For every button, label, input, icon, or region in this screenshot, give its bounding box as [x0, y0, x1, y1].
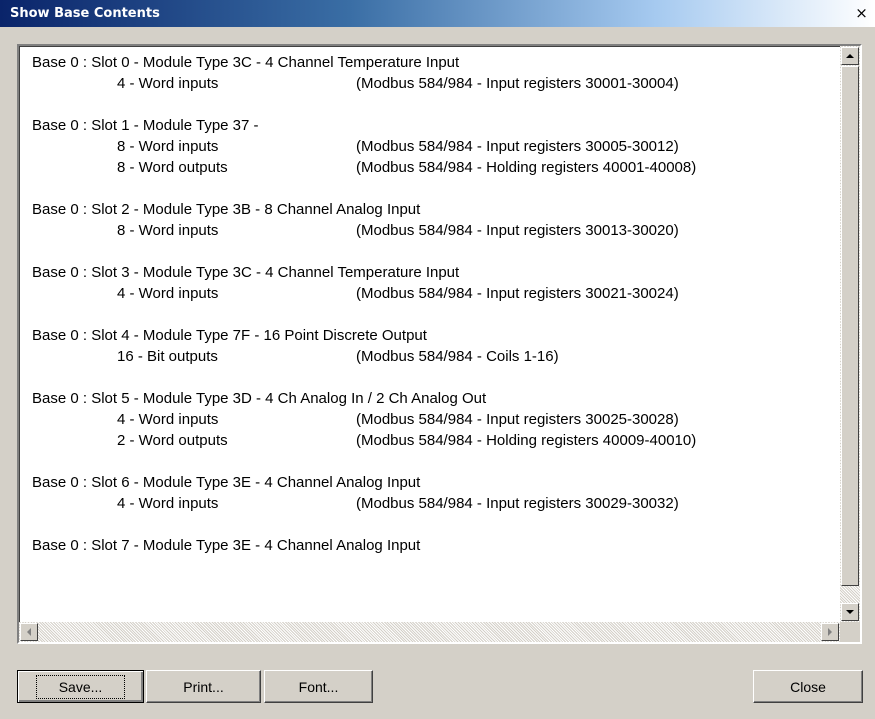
module-header-line: Base 0 : Slot 5 - Module Type 3D - 4 Ch …	[19, 389, 840, 410]
io-row: 8 - Word inputs (Modbus 584/984 - Input r…	[19, 137, 840, 158]
io-row: 4 - Word inputs (Modbus 584/984 - Input r…	[19, 494, 840, 515]
scroll-corner	[840, 622, 860, 642]
module-header-line: Base 0 : Slot 1 - Module Type 37 -	[19, 116, 840, 137]
io-row: 4 - Word inputs (Modbus 584/984 - Input r…	[19, 74, 840, 95]
module-header: Base 0 : Slot 4 - Module Type 7F - 16 Po…	[32, 327, 427, 344]
module-header: Base 0 : Slot 0 - Module Type 3C - 4 Cha…	[32, 54, 460, 71]
close-icon[interactable]: ×	[854, 5, 869, 21]
scroll-up-button[interactable]	[841, 47, 859, 65]
module-header-line: Base 0 : Slot 4 - Module Type 7F - 16 Po…	[19, 326, 840, 347]
io-row: 8 - Word outputs (Modbus 584/984 - Holdin…	[19, 158, 840, 179]
module-header: Base 0 : Slot 6 - Module Type 3E - 4 Cha…	[32, 474, 421, 491]
module-header: Base 0 : Slot 1 - Module Type 37 -	[32, 117, 259, 134]
close-button-label: Close	[790, 678, 826, 695]
module-header-line: Base 0 : Slot 3 - Module Type 3C - 4 Cha…	[19, 263, 840, 284]
font-button-label: Font...	[298, 678, 339, 695]
io-count: 4 - Word inputs	[117, 411, 219, 428]
io-modbus-range: (Modbus 584/984 - Input registers 30013-…	[356, 222, 679, 239]
module-entry: Base 0 : Slot 5 - Module Type 3D - 4 Ch …	[19, 389, 840, 452]
module-entry: Base 0 : Slot 4 - Module Type 7F - 16 Po…	[19, 326, 840, 368]
module-entry: Base 0 : Slot 0 - Module Type 3C - 4 Cha…	[19, 53, 840, 95]
module-entry: Base 0 : Slot 2 - Module Type 3B - 8 Cha…	[19, 200, 840, 242]
io-row: 8 - Word inputs (Modbus 584/984 - Input r…	[19, 221, 840, 242]
module-header-line: Base 0 : Slot 0 - Module Type 3C - 4 Cha…	[19, 53, 840, 74]
io-modbus-range: (Modbus 584/984 - Coils 1-16)	[356, 348, 559, 365]
scroll-left-button[interactable]	[20, 623, 38, 641]
module-header: Base 0 : Slot 7 - Module Type 3E - 4 Cha…	[32, 537, 421, 554]
arrow-up-icon	[846, 54, 854, 58]
vertical-scroll-thumb[interactable]	[841, 66, 859, 586]
io-count: 8 - Word outputs	[117, 159, 228, 176]
window-title: Show Base Contents	[10, 6, 160, 21]
arrow-down-icon	[846, 610, 854, 614]
contents-listbox[interactable]: Base 0 : Slot 0 - Module Type 3C - 4 Cha…	[17, 44, 862, 644]
io-count: 4 - Word inputs	[117, 285, 219, 302]
contents-text: Base 0 : Slot 0 - Module Type 3C - 4 Cha…	[19, 46, 840, 622]
module-header: Base 0 : Slot 5 - Module Type 3D - 4 Ch …	[32, 390, 487, 407]
font-button[interactable]: Font...	[264, 670, 373, 703]
io-row: 16 - Bit outputs (Modbus 584/984 - Coils …	[19, 347, 840, 368]
io-modbus-range: (Modbus 584/984 - Input registers 30029-…	[356, 495, 679, 512]
module-entry: Base 0 : Slot 1 - Module Type 37 - 8 - Wo…	[19, 116, 840, 179]
module-header-line: Base 0 : Slot 7 - Module Type 3E - 4 Cha…	[19, 536, 840, 557]
io-count: 2 - Word outputs	[117, 432, 228, 449]
module-header-line: Base 0 : Slot 6 - Module Type 3E - 4 Cha…	[19, 473, 840, 494]
io-count: 4 - Word inputs	[117, 75, 219, 92]
arrow-left-icon	[27, 628, 31, 636]
module-entry: Base 0 : Slot 6 - Module Type 3E - 4 Cha…	[19, 473, 840, 515]
title-bar: Show Base Contents ×	[0, 0, 875, 27]
scroll-down-button[interactable]	[841, 603, 859, 621]
save-button-label: Save...	[35, 674, 126, 699]
scroll-right-button[interactable]	[821, 623, 839, 641]
vertical-scrollbar[interactable]	[840, 46, 860, 622]
io-count: 8 - Word inputs	[117, 138, 219, 155]
module-entry: Base 0 : Slot 7 - Module Type 3E - 4 Cha…	[19, 536, 840, 557]
io-row: 4 - Word inputs (Modbus 584/984 - Input r…	[19, 284, 840, 305]
io-row: 4 - Word inputs (Modbus 584/984 - Input r…	[19, 410, 840, 431]
module-header: Base 0 : Slot 3 - Module Type 3C - 4 Cha…	[32, 264, 460, 281]
io-modbus-range: (Modbus 584/984 - Input registers 30025-…	[356, 411, 679, 428]
module-header-line: Base 0 : Slot 2 - Module Type 3B - 8 Cha…	[19, 200, 840, 221]
io-count: 8 - Word inputs	[117, 222, 219, 239]
io-modbus-range: (Modbus 584/984 - Holding registers 4000…	[356, 159, 697, 176]
close-button[interactable]: Close	[753, 670, 863, 703]
io-count: 4 - Word inputs	[117, 495, 219, 512]
io-modbus-range: (Modbus 584/984 - Input registers 30001-…	[356, 75, 679, 92]
io-modbus-range: (Modbus 584/984 - Holding registers 4000…	[356, 432, 697, 449]
io-modbus-range: (Modbus 584/984 - Input registers 30021-…	[356, 285, 679, 302]
print-button-label: Print...	[183, 678, 224, 695]
io-row: 2 - Word outputs (Modbus 584/984 - Holdin…	[19, 431, 840, 452]
save-button[interactable]: Save...	[17, 670, 144, 703]
io-count: 16 - Bit outputs	[117, 348, 218, 365]
module-header: Base 0 : Slot 2 - Module Type 3B - 8 Cha…	[32, 201, 421, 218]
print-button[interactable]: Print...	[146, 670, 261, 703]
horizontal-scrollbar[interactable]	[19, 622, 840, 642]
module-entry: Base 0 : Slot 3 - Module Type 3C - 4 Cha…	[19, 263, 840, 305]
io-modbus-range: (Modbus 584/984 - Input registers 30005-…	[356, 138, 679, 155]
arrow-right-icon	[828, 628, 832, 636]
